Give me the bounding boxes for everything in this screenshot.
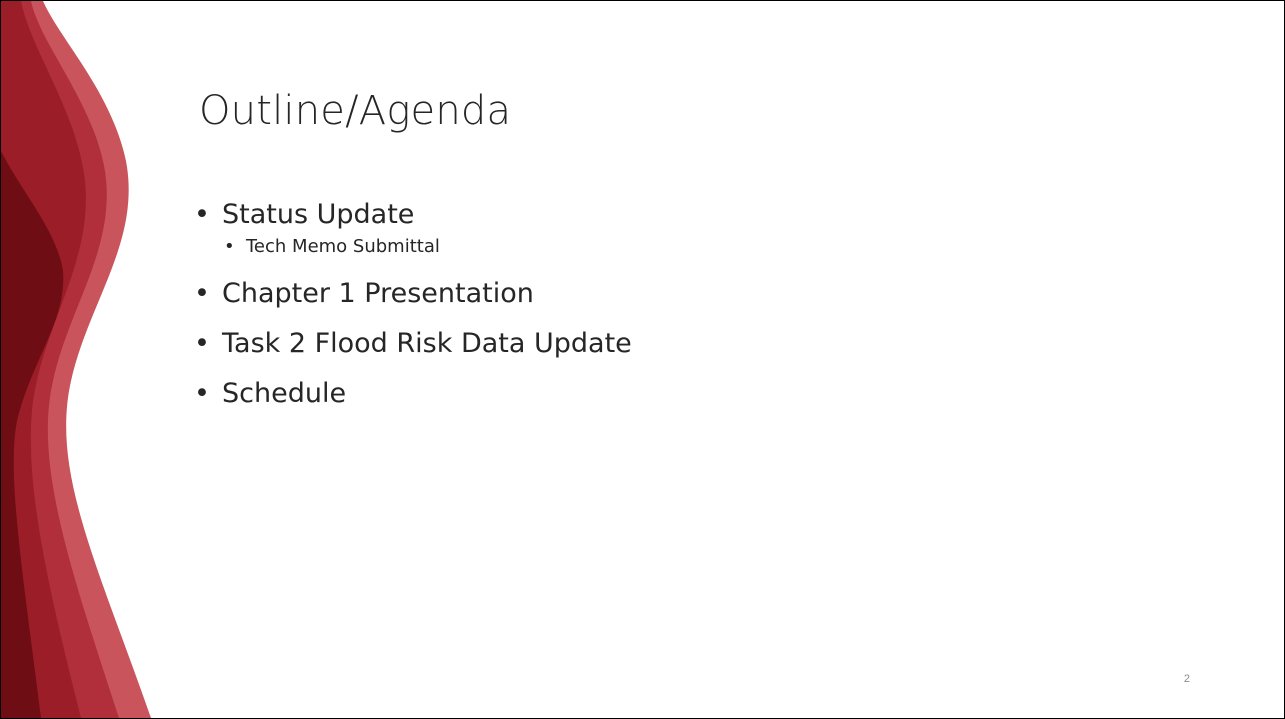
agenda-item-task-2: Task 2 Flood Risk Data Update <box>194 330 632 357</box>
agenda-item-schedule: Schedule <box>194 380 632 407</box>
agenda-list: Status Update Tech Memo Submittal Chapte… <box>194 201 632 430</box>
wave-decoration <box>1 1 151 718</box>
agenda-item-chapter-1: Chapter 1 Presentation <box>194 280 632 307</box>
agenda-subitem-tech-memo: Tech Memo Submittal <box>224 238 632 257</box>
slide: Outline/Agenda Status Update Tech Memo S… <box>0 0 1285 719</box>
agenda-item-status-update: Status Update <box>194 201 632 228</box>
page-number: 2 <box>1183 673 1190 685</box>
slide-title: Outline/Agenda <box>199 88 512 134</box>
